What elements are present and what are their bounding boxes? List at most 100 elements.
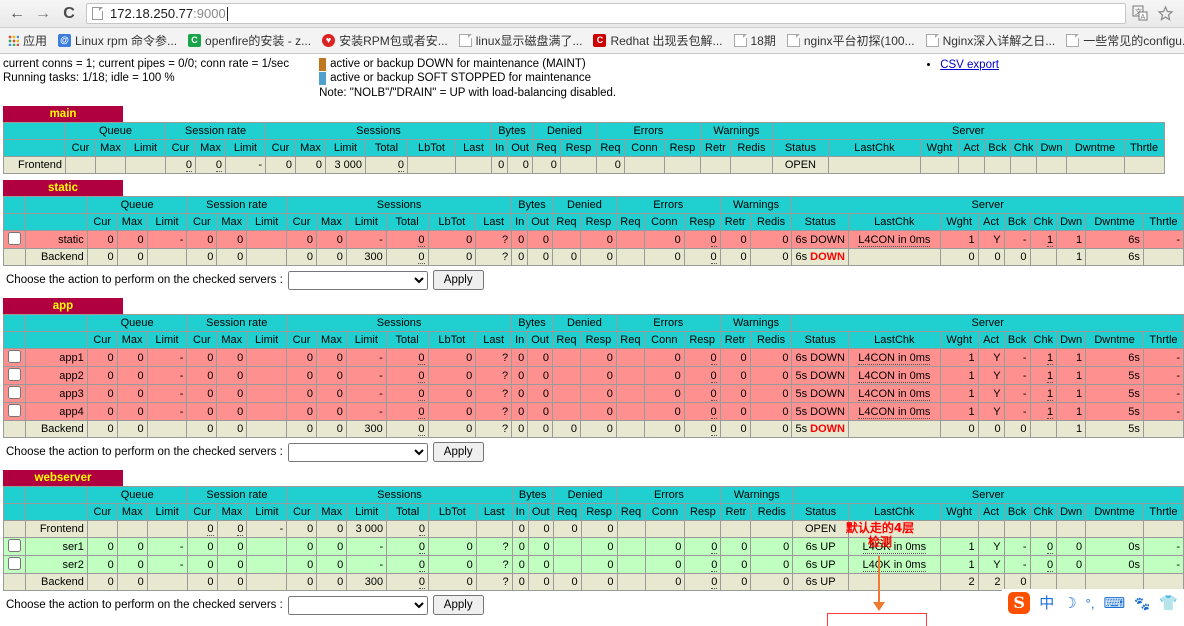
column-header-max: Max xyxy=(116,213,148,231)
data-cell: 0 xyxy=(977,420,1005,438)
data-cell xyxy=(65,156,96,174)
data-cell: 0 xyxy=(511,384,529,403)
data-cell: 0 xyxy=(86,537,118,556)
data-cell: 0 xyxy=(116,420,148,438)
bookmark-item[interactable]: ♥ 安装RPM包或者安... xyxy=(319,30,454,51)
bookmark-item[interactable]: linux显示磁盘满了... xyxy=(456,30,589,51)
server-select-checkbox[interactable] xyxy=(8,404,21,417)
data-cell: 0 xyxy=(216,420,248,438)
column-header-req: Req xyxy=(616,503,646,521)
forward-icon[interactable]: → xyxy=(30,2,56,26)
data-cell: 0 xyxy=(216,230,248,249)
apply-button[interactable]: Apply xyxy=(432,270,484,290)
server-action-select[interactable] xyxy=(287,442,428,462)
bookmark-item[interactable]: 18期 xyxy=(731,30,782,51)
ime-moon-icon[interactable]: ☽ xyxy=(1063,596,1076,611)
data-cell xyxy=(847,248,941,266)
column-header-last: Last xyxy=(475,213,513,231)
ime-toolbox-icon[interactable]: 🐾 xyxy=(1134,597,1150,610)
data-cell xyxy=(847,420,941,438)
bookmark-label: openfire的安装 - z... xyxy=(205,34,312,48)
row-checkbox-cell[interactable] xyxy=(3,402,26,421)
data-cell: L4CON in 0ms xyxy=(847,384,941,403)
data-cell xyxy=(146,520,188,538)
row-checkbox-cell[interactable] xyxy=(3,366,26,385)
row-checkbox-cell[interactable] xyxy=(3,230,26,249)
ime-chinese-mode-icon[interactable]: 中 xyxy=(1039,596,1054,611)
data-cell: L4CON in 0ms xyxy=(847,366,941,385)
column-header-redis: Redis xyxy=(750,503,794,521)
data-cell: ? xyxy=(475,555,513,574)
bookmark-apps[interactable]: 应用 xyxy=(5,30,53,51)
bookmarks-bar: 应用 @ Linux rpm 命令参... Copenfire的安装 - z...… xyxy=(0,28,1184,54)
data-cell: 0 xyxy=(1029,555,1058,574)
column-group-header-row: Queue Session rate Sessions Bytes Denied Erro… xyxy=(3,486,1184,504)
server-select-checkbox[interactable] xyxy=(8,368,21,381)
data-cell xyxy=(246,348,288,367)
data-cell: 0 xyxy=(186,384,218,403)
bookmark-label: Nginx深入详解之日... xyxy=(942,34,1056,48)
sogou-logo-icon[interactable]: S xyxy=(1008,592,1031,614)
bookmark-item[interactable]: Nginx深入详解之日... xyxy=(923,30,1062,51)
data-cell: 0s xyxy=(1085,555,1144,574)
row-checkbox-cell[interactable] xyxy=(3,384,26,403)
row-checkbox-cell[interactable] xyxy=(3,348,26,367)
ime-skin-icon[interactable]: 👕 xyxy=(1159,596,1178,611)
column-group-denied: Denied xyxy=(531,122,597,140)
row-checkbox-cell[interactable] xyxy=(3,555,26,574)
data-cell: 0 xyxy=(579,230,617,249)
column-header-cur: Cur xyxy=(165,139,196,157)
server-select-checkbox[interactable] xyxy=(8,539,21,552)
server-select-checkbox[interactable] xyxy=(8,557,21,570)
back-icon[interactable]: ← xyxy=(4,2,30,26)
server-select-checkbox[interactable] xyxy=(8,386,21,399)
server-select-checkbox[interactable] xyxy=(8,350,21,363)
bookmark-star-icon[interactable] xyxy=(1157,5,1174,22)
column-group-session-rate: Session rate xyxy=(186,486,288,504)
data-cell: 0 xyxy=(750,573,794,591)
column-header-req: Req xyxy=(615,331,645,349)
data-cell: ? xyxy=(475,537,513,556)
bookmark-item[interactable]: nginx平台初探(100... xyxy=(784,30,921,51)
apply-button[interactable]: Apply xyxy=(432,442,484,462)
column-header-cur: Cur xyxy=(86,503,118,521)
server-name-cell: static xyxy=(25,230,88,249)
data-cell: 0 xyxy=(1029,537,1058,556)
address-bar[interactable]: 172.18.250.77:9000 xyxy=(86,3,1126,24)
apply-button[interactable]: Apply xyxy=(432,595,484,615)
stats-summary-header: current conns = 1; current pipes = 0/0; … xyxy=(0,54,1184,100)
column-group-warnings: Warnings xyxy=(719,196,793,214)
bookmark-item[interactable]: @ Linux rpm 命令参... xyxy=(55,30,183,51)
row-checkbox-cell[interactable] xyxy=(3,537,26,556)
data-cell: 0 xyxy=(427,420,477,438)
status-legend: active or backup DOWN for maintenance (M… xyxy=(319,57,616,100)
haproxy-stats-page: current conns = 1; current pipes = 0/0; … xyxy=(0,54,1184,626)
data-cell: 0 xyxy=(386,520,429,538)
bookmark-item[interactable]: Copenfire的安装 - z... xyxy=(185,30,317,51)
csv-export-link[interactable]: CSV export xyxy=(940,59,999,71)
bookmark-item[interactable]: 一些常见的configu... xyxy=(1063,30,1184,51)
data-cell: - xyxy=(1142,366,1184,385)
data-cell: 0 xyxy=(580,520,618,538)
translate-icon[interactable]: 文A xyxy=(1132,5,1149,22)
reload-icon[interactable]: C xyxy=(56,2,82,26)
server-action-select[interactable] xyxy=(287,270,428,290)
ime-punctuation-icon[interactable]: °, xyxy=(1086,597,1095,610)
column-header-req: Req xyxy=(531,139,561,157)
ime-toolbar[interactable]: S 中 ☽ °, ⌨ 🐾 👕 xyxy=(1002,589,1184,617)
data-cell: 1 xyxy=(939,230,979,249)
data-cell: - xyxy=(346,537,388,556)
data-cell: 0 xyxy=(511,573,529,591)
column-header-act: Act xyxy=(977,213,1005,231)
bookmark-item[interactable]: C Redhat 出现丢包解... xyxy=(590,30,728,51)
ime-keyboard-icon[interactable]: ⌨ xyxy=(1103,596,1125,611)
data-cell: - xyxy=(1142,348,1184,367)
column-header-act: Act xyxy=(957,139,985,157)
data-cell: 0 xyxy=(683,348,721,367)
data-cell: 3 000 xyxy=(346,520,388,538)
data-cell: 0 xyxy=(683,366,721,385)
server-select-checkbox[interactable] xyxy=(8,232,21,245)
column-header-cur: Cur xyxy=(86,331,118,349)
table-row: static 0 0-0 0 0 0-0 0? 0 0 0 0 0 0 0 6s DOWN L4CON in … xyxy=(3,230,1184,249)
server-action-select[interactable] xyxy=(287,595,428,615)
